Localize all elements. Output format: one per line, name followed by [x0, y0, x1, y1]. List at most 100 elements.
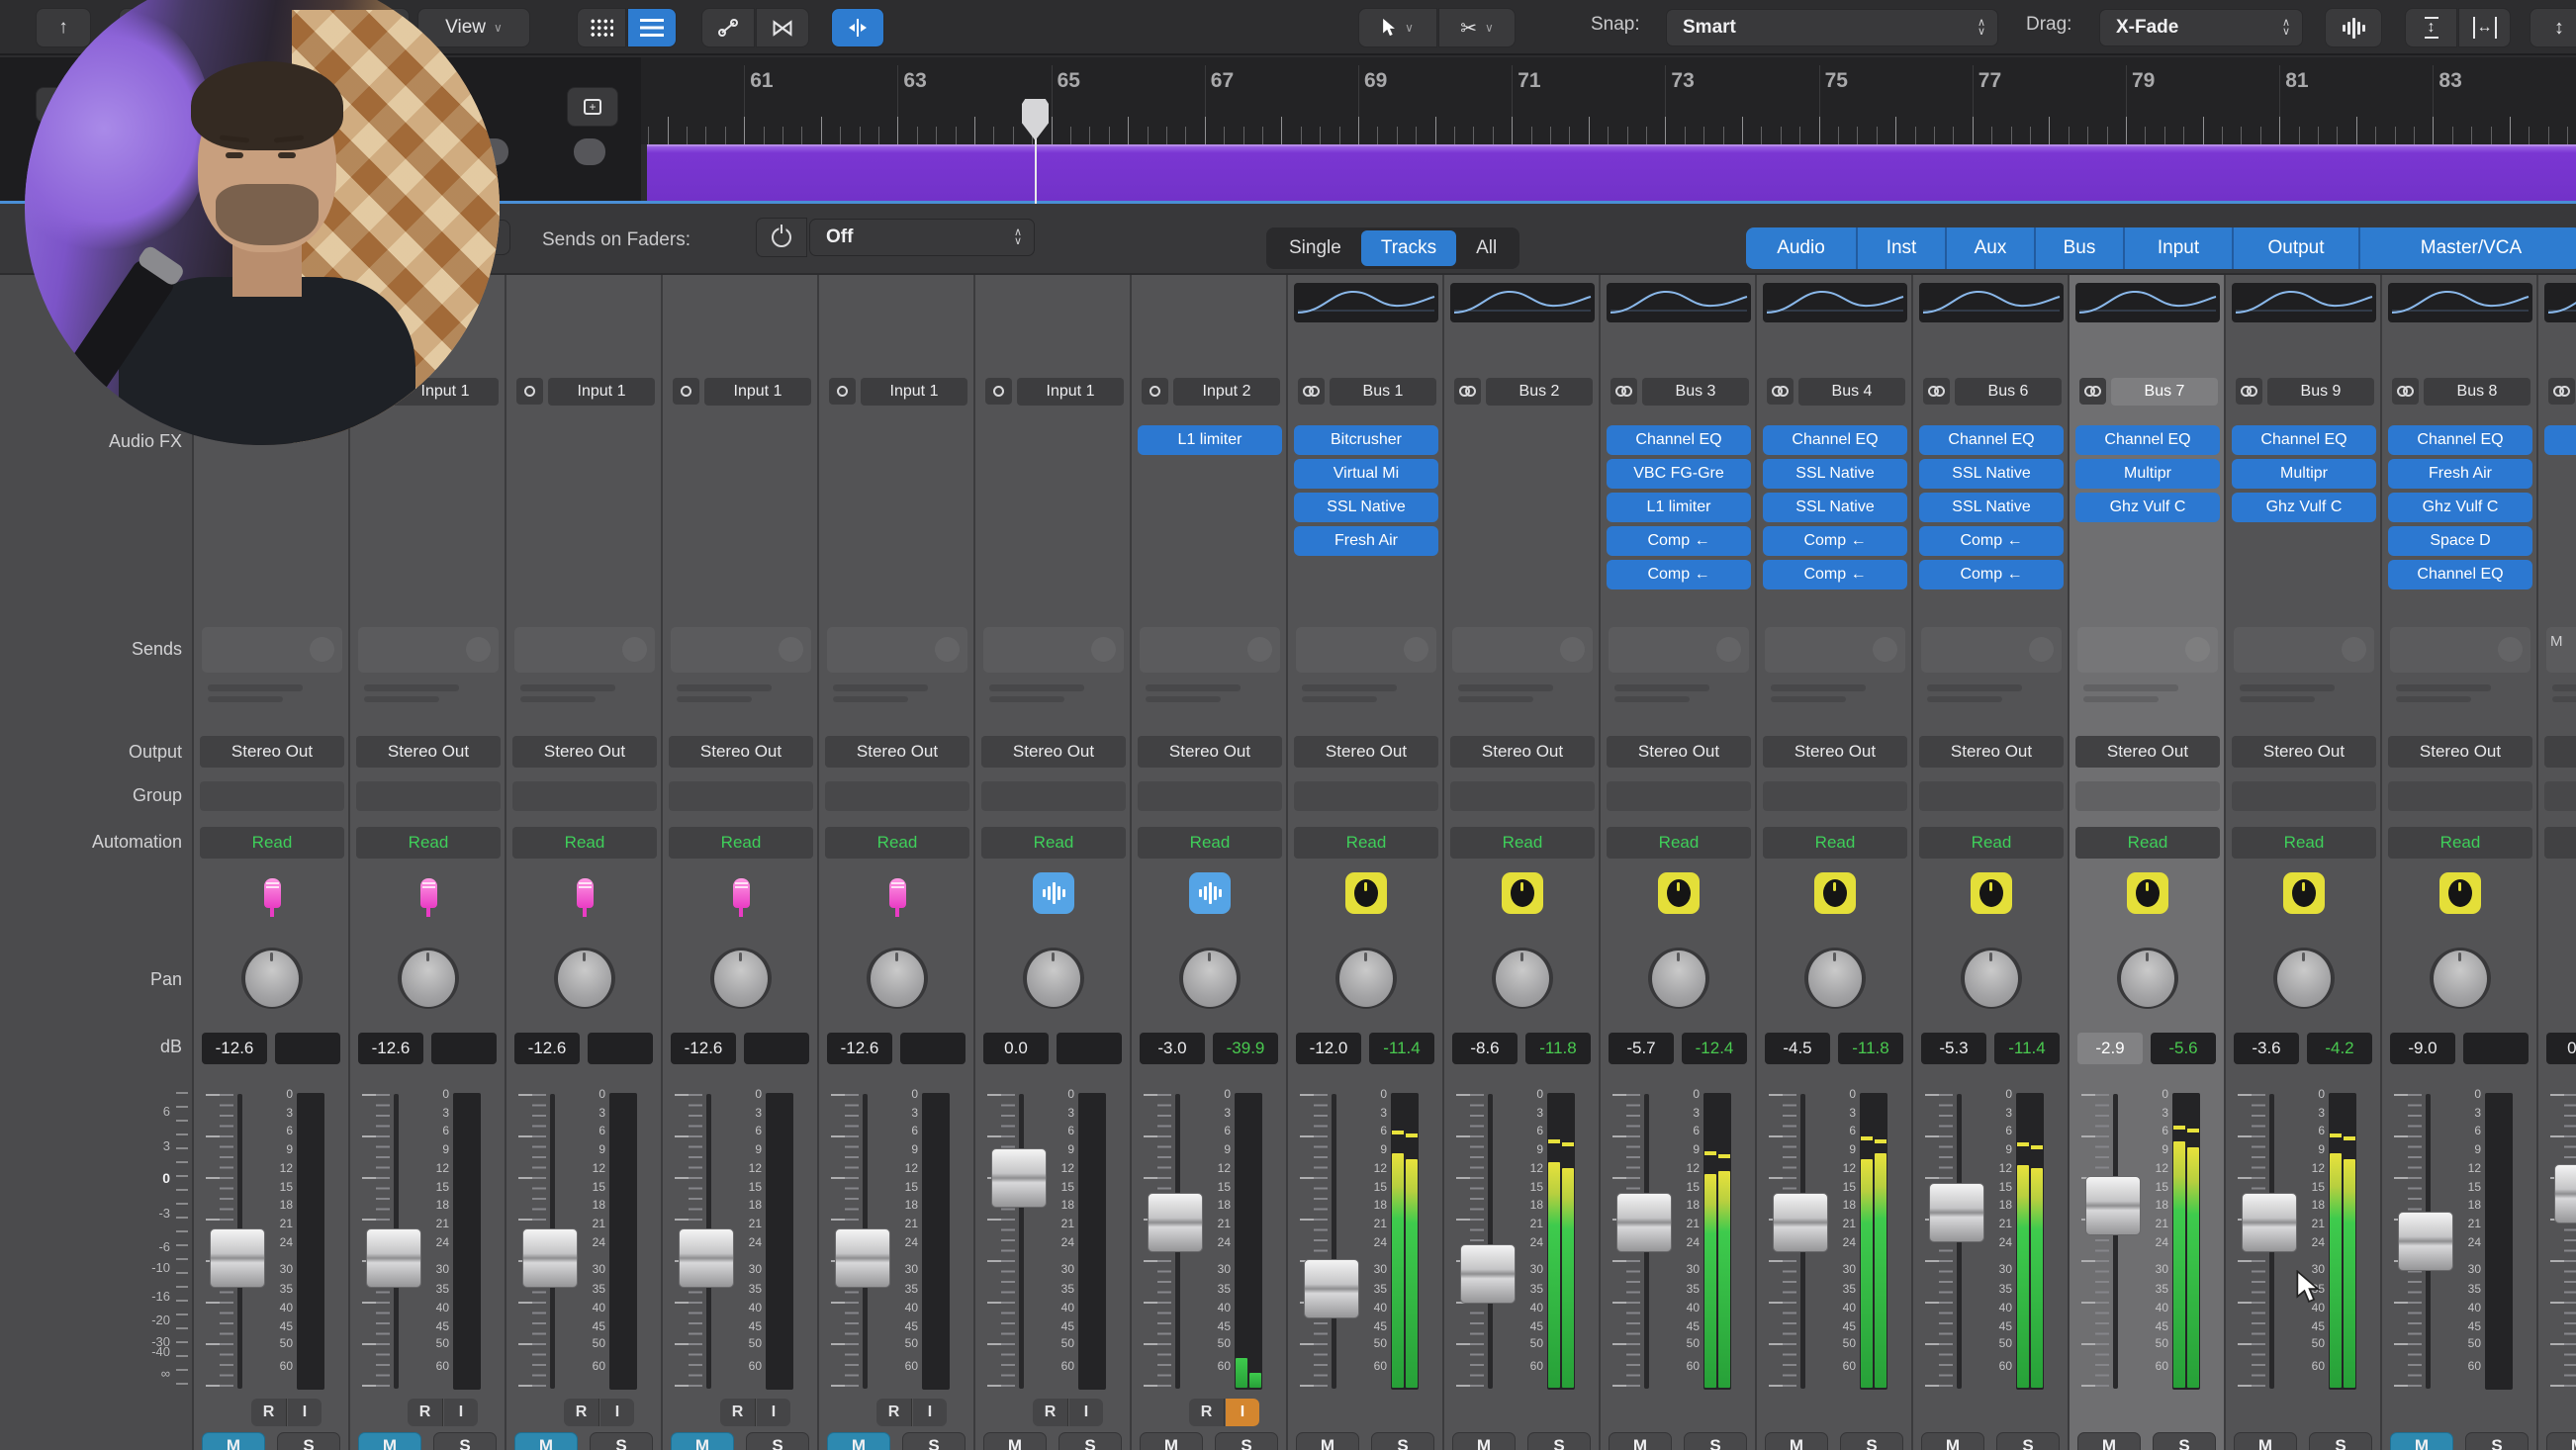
automation-mode-button[interactable]: Read — [1294, 827, 1438, 859]
sends-on-faders-mode-dropdown[interactable]: Off ∧∨ — [809, 219, 1035, 256]
send-slot-empty[interactable] — [1609, 627, 1749, 673]
solo-button[interactable]: S — [277, 1432, 340, 1450]
channel-input-name[interactable]: Bus 1 — [1330, 378, 1436, 406]
audio-fx-slot[interactable]: SSL Native — [1294, 493, 1438, 522]
channel-strip-bus-7[interactable]: Bus 7Channel EQMultiprGhz Vulf CStereo O… — [2070, 275, 2226, 1450]
send-slot-empty[interactable] — [1296, 627, 1436, 673]
record-enable-button[interactable]: R — [876, 1399, 912, 1426]
send-slot-empty[interactable] — [514, 627, 655, 673]
mute-button[interactable]: M — [1296, 1432, 1359, 1450]
pan-knob[interactable] — [1183, 951, 1237, 1007]
audio-fx-slot[interactable]: Multipr — [2232, 459, 2376, 489]
automation-mode-button[interactable]: Read — [200, 827, 344, 859]
peak-db-value[interactable] — [744, 1033, 809, 1064]
mute-button[interactable]: M — [1921, 1432, 1984, 1450]
filter-input[interactable]: Input — [2125, 227, 2234, 269]
volume-fader[interactable] — [2085, 1176, 2141, 1235]
volume-fader[interactable] — [1460, 1244, 1516, 1304]
channel-strip-input-1[interactable]: Input 1Stereo OutRead-12.603691215182124… — [506, 275, 663, 1450]
mute-button[interactable]: M — [514, 1432, 578, 1450]
filter-aux[interactable]: Aux — [1947, 227, 2036, 269]
send-slot-empty[interactable] — [1921, 627, 2062, 673]
peak-db-value[interactable]: -39.9 — [1213, 1033, 1278, 1064]
filter-output[interactable]: Output — [2234, 227, 2360, 269]
channel-strip-input-1[interactable]: Input 1Stereo OutRead-12.603691215182124… — [819, 275, 975, 1450]
audio-fx-slot[interactable]: Channel EQ — [1763, 425, 1907, 455]
audio-fx-slot[interactable]: Channel EQ — [2075, 425, 2220, 455]
audio-fx-slot[interactable]: Channel EQ — [2388, 425, 2532, 455]
snap-dropdown[interactable]: Smart ∧∨ — [1666, 9, 1998, 46]
audio-fx-slot[interactable]: Channel EQ — [2232, 425, 2376, 455]
output-button[interactable]: Stereo Out — [1294, 736, 1438, 768]
volume-fader[interactable] — [522, 1228, 578, 1288]
eq-thumbnail[interactable] — [1919, 283, 2064, 322]
automation-mode-button[interactable]: Read — [669, 827, 813, 859]
channel-format-button[interactable] — [516, 378, 543, 405]
audio-fx-slot[interactable]: SSL Native — [1763, 459, 1907, 489]
mute-button[interactable]: M — [2234, 1432, 2297, 1450]
output-button[interactable]: Stereo Out — [2075, 736, 2220, 768]
pointer-tool-button[interactable]: ∨ — [1358, 8, 1437, 47]
channel-input-name[interactable]: Input 1 — [548, 378, 655, 406]
vertical-zoom-button[interactable]: ↕ — [2405, 8, 2457, 47]
send-slot-empty[interactable] — [202, 627, 342, 673]
audio-fx-slot[interactable]: Ghz Vulf C — [2075, 493, 2220, 522]
audio-fx-slot[interactable]: Fresh Air — [2388, 459, 2532, 489]
audio-fx-slot[interactable]: VBC FG-Gre — [1607, 459, 1751, 489]
pan-knob[interactable] — [1965, 951, 2018, 1007]
audio-fx-slot[interactable]: Comp ← — [1763, 526, 1907, 556]
volume-db-value[interactable]: 0.0 — [2546, 1033, 2576, 1064]
channel-strip-bus-8[interactable]: Bus 8Channel EQFresh AirGhz Vulf CSpace … — [2382, 275, 2538, 1450]
volume-fader[interactable] — [366, 1228, 421, 1288]
automation-mode-button[interactable]: Read — [1138, 827, 1282, 859]
split-at-playhead-button[interactable] — [831, 8, 884, 47]
eq-thumbnail[interactable] — [2388, 283, 2532, 322]
channel-strip-partial[interactable]: MStereo OutRead0.00369121518212430354045… — [2538, 275, 2576, 1450]
audio-region-purple[interactable] — [647, 144, 2576, 202]
output-button[interactable]: Stereo Out — [1763, 736, 1907, 768]
mute-button[interactable]: M — [2546, 1432, 2576, 1450]
audio-fx-slot[interactable]: L1 limiter — [1607, 493, 1751, 522]
automation-mode-button[interactable]: Read — [2075, 827, 2220, 859]
solo-button[interactable]: S — [902, 1432, 966, 1450]
pan-knob[interactable] — [245, 951, 299, 1007]
eq-thumbnail[interactable] — [1763, 283, 1907, 322]
mute-button[interactable]: M — [1765, 1432, 1828, 1450]
channel-strip-bus-2[interactable]: Bus 2Stereo OutRead-8.6-11.8036912151821… — [1444, 275, 1601, 1450]
automation-mode-button[interactable]: Read — [1763, 827, 1907, 859]
solo-button[interactable]: S — [1840, 1432, 1903, 1450]
mute-button[interactable]: M — [358, 1432, 421, 1450]
mute-button[interactable]: M — [827, 1432, 890, 1450]
group-slot-empty[interactable] — [2544, 781, 2576, 811]
input-monitor-button[interactable]: I — [913, 1399, 947, 1426]
automation-mode-button[interactable]: Read — [2388, 827, 2532, 859]
audio-fx-slot[interactable]: Comp ← — [1919, 526, 2064, 556]
output-button[interactable]: Stereo Out — [2544, 736, 2576, 768]
pan-knob[interactable] — [1652, 951, 1705, 1007]
channel-strip-bus-1[interactable]: Bus 1BitcrusherVirtual MiSSL NativeFresh… — [1288, 275, 1444, 1450]
volume-db-value[interactable]: -2.9 — [2077, 1033, 2143, 1064]
solo-button[interactable]: S — [590, 1432, 653, 1450]
filter-inst[interactable]: Inst — [1858, 227, 1947, 269]
pan-knob[interactable] — [558, 951, 611, 1007]
automation-mode-button[interactable]: Read — [1607, 827, 1751, 859]
peak-db-value[interactable] — [1057, 1033, 1122, 1064]
volume-fader[interactable] — [2554, 1164, 2576, 1223]
audio-fx-slot[interactable]: Bitcrusher — [1294, 425, 1438, 455]
record-enable-button[interactable]: R — [251, 1399, 287, 1426]
audio-fx-slot[interactable]: Channel EQ — [1607, 425, 1751, 455]
scroll-fragment[interactable] — [574, 138, 605, 165]
audio-fx-slot[interactable]: Channel EQ — [2388, 560, 2532, 589]
volume-db-value[interactable]: -12.6 — [671, 1033, 736, 1064]
audio-fx-slot[interactable]: SSL Native — [1919, 493, 2064, 522]
eq-thumbnail[interactable] — [1450, 283, 1595, 322]
audio-fx-slot[interactable]: L1 limiter — [1138, 425, 1282, 455]
automation-mode-button[interactable]: Read — [1450, 827, 1595, 859]
pan-knob[interactable] — [2434, 951, 2487, 1007]
output-button[interactable]: Stereo Out — [669, 736, 813, 768]
audio-fx-slot[interactable]: Multipr — [2075, 459, 2220, 489]
channel-format-button[interactable] — [1923, 378, 1950, 405]
group-slot-empty[interactable] — [1919, 781, 2064, 811]
channel-input-name[interactable]: Bus 3 — [1642, 378, 1749, 406]
input-monitor-button[interactable]: I — [1226, 1399, 1259, 1426]
